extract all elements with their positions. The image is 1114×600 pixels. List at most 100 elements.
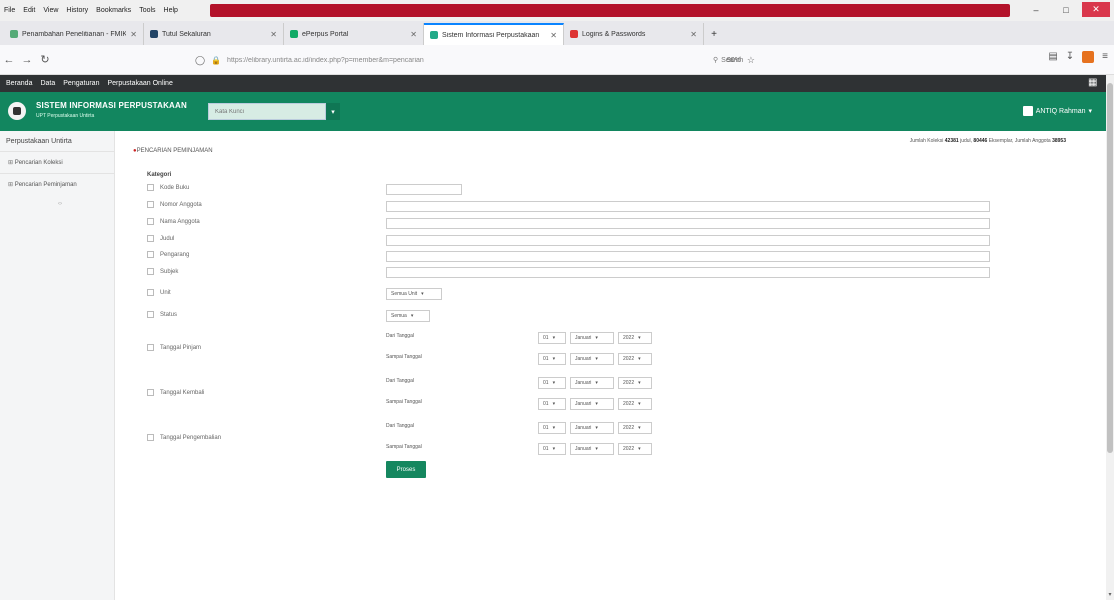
tab-tutul[interactable]: Tutul Sekaluran ✕ [144,23,284,45]
month-select[interactable]: Januari ▾ [570,332,614,344]
minimize-icon[interactable]: – [1022,2,1050,17]
judul-input[interactable] [386,235,990,246]
year-value: 2022 [623,446,635,452]
nomor-anggota-input[interactable] [386,201,990,212]
filter-tanggal-kembali: Tanggal Kembali [147,389,204,396]
month-select[interactable]: Januari ▾ [570,377,614,389]
chevron-down-icon: ▾ [595,335,598,341]
filter-status: Status [147,311,177,318]
extension-icon[interactable] [1082,51,1095,63]
tab-sistem-informasi[interactable]: Sistem Informasi Perpustakaan ✕ [424,23,564,45]
year-select[interactable]: 2022 ▾ [618,377,652,389]
sidebar-item-pencarian-peminjaman[interactable]: Pencarian Peminjaman [0,173,114,195]
year-select[interactable]: 2022 ▾ [618,398,652,410]
close-tab-icon[interactable]: ✕ [690,30,697,39]
day-select[interactable]: 01 ▾ [538,422,566,434]
menu-icon[interactable]: ≡ [1102,51,1108,63]
forward-icon[interactable]: → [18,54,36,66]
tab-logins[interactable]: Logins & Passwords ✕ [564,23,704,45]
filter-checkbox[interactable] [147,218,154,225]
browser-search-box[interactable]: ⚲ Search [713,52,793,68]
menu-bookmarks[interactable]: Bookmarks [92,7,135,14]
menu-help[interactable]: Help [160,7,182,14]
filter-checkbox[interactable] [147,268,154,275]
close-tab-icon[interactable]: ✕ [410,30,417,39]
tab-label: ePerpus Portal [302,30,349,38]
topnav-perpustakaan-online[interactable]: Perpustakaan Online [107,80,172,87]
back-icon[interactable]: ← [0,54,18,66]
unit-select[interactable]: Semua Unit ▾ [386,288,442,300]
filter-checkbox[interactable] [147,311,154,318]
day-select[interactable]: 01 ▾ [538,398,566,410]
close-tab-icon[interactable]: ✕ [270,30,277,39]
filter-checkbox[interactable] [147,389,154,396]
reload-icon[interactable]: ↻ [36,53,54,66]
filter-checkbox[interactable] [147,289,154,296]
month-value: Januari [575,425,592,431]
collapse-icon[interactable]: ‹› [58,201,114,207]
month-select[interactable]: Januari ▾ [570,353,614,365]
menu-edit[interactable]: Edit [19,7,39,14]
menu-history[interactable]: History [62,7,92,14]
download-icon[interactable]: ↧ [1066,51,1074,63]
new-tab-button[interactable]: + [704,23,724,45]
menu-view[interactable]: View [39,7,62,14]
close-icon[interactable]: ✕ [1082,2,1110,17]
year-select[interactable]: 2022 ▾ [618,353,652,365]
day-select[interactable]: 01 ▾ [538,332,566,344]
year-value: 2022 [623,380,635,386]
filter-checkbox[interactable] [147,184,154,191]
day-select[interactable]: 01 ▾ [538,353,566,365]
year-select[interactable]: 2022 ▾ [618,422,652,434]
url-bar[interactable]: ◯ 🔒 https://elibrary.untirta.ac.id/index… [195,50,755,70]
chevron-down-icon: ▾ [552,356,556,362]
close-tab-icon[interactable]: ✕ [130,30,137,39]
proses-button[interactable]: Proses [386,461,426,478]
header-search-button[interactable]: ▾ [326,103,340,120]
topnav-data[interactable]: Data [40,80,55,87]
chevron-down-icon: ▾ [638,335,641,341]
maximize-icon[interactable]: □ [1052,2,1080,17]
topnav-pengaturan[interactable]: Pengaturan [63,80,99,87]
day-select[interactable]: 01 ▾ [538,443,566,455]
filter-label: Status [160,311,178,318]
pengarang-input[interactable] [386,251,990,262]
header-search-input[interactable] [208,103,326,120]
filter-checkbox[interactable] [147,251,154,258]
browser-tabbar: Penambahan Penelitianan - FMIKA - X ✕ Tu… [0,21,1114,45]
library-icon[interactable]: ▤ [1048,51,1057,63]
filter-checkbox[interactable] [147,235,154,242]
scrollbar-thumb[interactable] [1107,83,1113,453]
day-select[interactable]: 01 ▾ [538,377,566,389]
close-tab-icon[interactable]: ✕ [550,31,557,40]
chevron-down-icon: ▾ [552,446,556,452]
window-title-strip [210,4,1010,17]
month-value: Januari [575,356,592,362]
dari-tanggal-label: Dari Tanggal [386,333,414,339]
browser-navbar: ← → ↻ ◯ 🔒 https://elibrary.untirta.ac.id… [0,45,1114,75]
month-select[interactable]: Januari ▾ [570,422,614,434]
year-select[interactable]: 2022 ▾ [618,443,652,455]
kode-buku-input[interactable] [386,184,462,195]
menu-tools[interactable]: Tools [135,7,159,14]
month-select[interactable]: Januari ▾ [570,443,614,455]
page-scrollbar[interactable]: ▾ [1106,75,1114,600]
filter-label: Kode Buku [160,184,190,191]
scroll-down-icon[interactable]: ▾ [1106,591,1114,598]
year-select[interactable]: 2022 ▾ [618,332,652,344]
status-select[interactable]: Semua ▾ [386,310,430,322]
filter-checkbox[interactable] [147,434,154,441]
grid-icon[interactable]: ▦ [1088,78,1098,88]
tab-eperpus[interactable]: ePerpus Portal ✕ [284,23,424,45]
month-select[interactable]: Januari ▾ [570,398,614,410]
tab-penambahan[interactable]: Penambahan Penelitianan - FMIKA - X ✕ [4,23,144,45]
user-menu[interactable]: ANTIQ Rahman ▾ [1022,106,1092,116]
topnav-beranda[interactable]: Beranda [6,80,32,87]
filter-checkbox[interactable] [147,201,154,208]
filter-checkbox[interactable] [147,344,154,351]
subjek-input[interactable] [386,267,990,278]
menu-file[interactable]: File [0,7,19,14]
nama-anggota-input[interactable] [386,218,990,229]
day-value: 01 [543,401,549,407]
sidebar-item-pencarian-koleksi[interactable]: Pencarian Koleksi [0,151,114,173]
